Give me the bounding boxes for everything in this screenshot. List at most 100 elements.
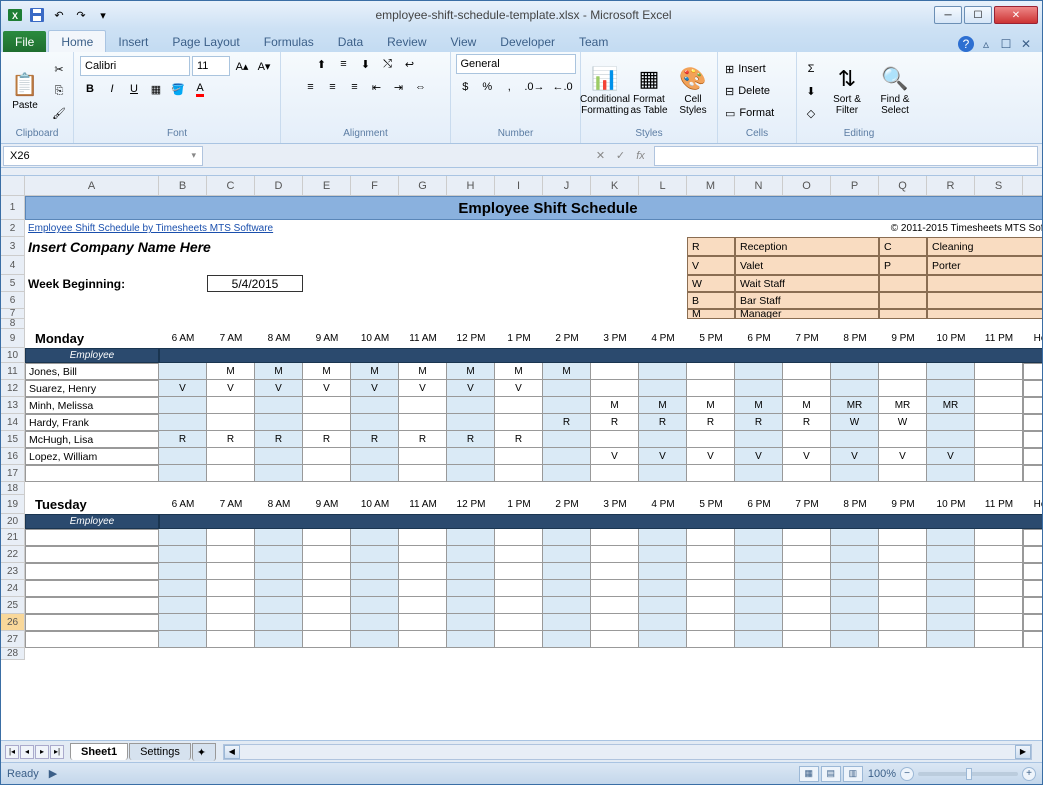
shift-slot[interactable] <box>975 563 1023 580</box>
shift-slot[interactable] <box>159 580 207 597</box>
zoom-level[interactable]: 100% <box>868 768 896 780</box>
time-header[interactable]: 7 AM <box>207 329 255 348</box>
align-center-icon[interactable]: ≡ <box>323 77 343 97</box>
shift-slot[interactable] <box>399 563 447 580</box>
increase-indent-icon[interactable]: ⇥ <box>389 77 409 97</box>
time-header[interactable]: 8 AM <box>255 495 303 514</box>
shift-slot[interactable]: R <box>591 414 639 431</box>
employee-header[interactable]: Employee <box>25 348 159 363</box>
shift-slot[interactable] <box>927 529 975 546</box>
shift-slot[interactable] <box>687 597 735 614</box>
shift-slot[interactable]: V <box>927 448 975 465</box>
shift-slot[interactable]: V <box>735 448 783 465</box>
time-header[interactable]: 3 PM <box>591 495 639 514</box>
shift-slot[interactable] <box>687 465 735 482</box>
shift-slot[interactable] <box>831 614 879 631</box>
shift-slot[interactable]: V <box>255 380 303 397</box>
employee-name[interactable] <box>25 563 159 580</box>
shift-slot[interactable] <box>255 580 303 597</box>
row-header[interactable]: 23 <box>1 563 24 580</box>
employee-name[interactable]: Lopez, William <box>25 448 159 465</box>
shift-slot[interactable] <box>687 546 735 563</box>
copy-button[interactable]: ⎘ <box>49 81 69 101</box>
shift-slot[interactable] <box>831 363 879 380</box>
shift-slot[interactable]: V <box>687 448 735 465</box>
comma-icon[interactable]: , <box>499 77 519 97</box>
shift-slot[interactable] <box>639 563 687 580</box>
workbook-restore-icon[interactable]: ☐ <box>998 36 1014 52</box>
row-header[interactable]: 17 <box>1 465 24 482</box>
row-header[interactable]: 1 <box>1 196 24 220</box>
first-sheet-icon[interactable]: |◂ <box>5 745 19 759</box>
shift-slot[interactable] <box>591 431 639 448</box>
shift-slot[interactable] <box>831 597 879 614</box>
time-header[interactable]: 1 PM <box>495 329 543 348</box>
shift-slot[interactable] <box>975 380 1023 397</box>
undo-icon[interactable]: ↶ <box>49 5 69 25</box>
align-middle-icon[interactable]: ≡ <box>334 54 354 74</box>
shift-slot[interactable]: M <box>255 363 303 380</box>
shift-slot[interactable] <box>159 397 207 414</box>
scroll-left-icon[interactable]: ◀ <box>224 745 240 759</box>
shift-slot[interactable] <box>639 465 687 482</box>
shift-slot[interactable]: M <box>783 397 831 414</box>
shift-slot[interactable] <box>495 614 543 631</box>
shift-slot[interactable]: V <box>831 448 879 465</box>
column-header[interactable]: S <box>975 176 1023 196</box>
shift-slot[interactable] <box>735 529 783 546</box>
tab-view[interactable]: View <box>439 31 489 52</box>
shift-slot[interactable] <box>735 631 783 648</box>
shift-slot[interactable] <box>351 631 399 648</box>
shift-slot[interactable] <box>831 380 879 397</box>
cell-styles-button[interactable]: 🎨Cell Styles <box>673 58 713 124</box>
shift-slot[interactable]: R <box>255 431 303 448</box>
shift-slot[interactable] <box>495 448 543 465</box>
font-size-combo[interactable]: 11 <box>192 56 230 76</box>
tab-home[interactable]: Home <box>48 30 106 52</box>
column-header[interactable]: A <box>25 176 159 196</box>
shift-slot[interactable] <box>591 631 639 648</box>
shift-slot[interactable] <box>591 563 639 580</box>
shift-slot[interactable] <box>207 529 255 546</box>
shift-slot[interactable]: MR <box>927 397 975 414</box>
shift-slot[interactable] <box>879 465 927 482</box>
shift-slot[interactable] <box>831 580 879 597</box>
shift-slot[interactable] <box>783 363 831 380</box>
italic-button[interactable]: I <box>102 79 122 99</box>
row-header[interactable]: 4 <box>1 256 24 275</box>
hours-header[interactable]: Hours <box>1023 329 1042 348</box>
column-header[interactable]: C <box>207 176 255 196</box>
time-header[interactable]: 2 PM <box>543 329 591 348</box>
shift-slot[interactable]: W <box>879 414 927 431</box>
delete-cells-button[interactable]: ⊟ Delete <box>722 81 792 101</box>
tab-page-layout[interactable]: Page Layout <box>160 31 251 52</box>
shift-slot[interactable] <box>255 414 303 431</box>
row-header[interactable]: 27 <box>1 631 24 648</box>
time-header[interactable]: 1 PM <box>495 495 543 514</box>
shift-slot[interactable] <box>303 580 351 597</box>
shift-slot[interactable] <box>255 465 303 482</box>
new-sheet-button[interactable]: ✦ <box>192 743 216 761</box>
column-header[interactable]: T <box>1023 176 1042 196</box>
shift-slot[interactable] <box>543 431 591 448</box>
shift-slot[interactable]: R <box>351 431 399 448</box>
shift-slot[interactable] <box>687 631 735 648</box>
shift-slot[interactable] <box>543 465 591 482</box>
shift-slot[interactable] <box>735 363 783 380</box>
select-all-button[interactable] <box>1 176 25 196</box>
shift-slot[interactable] <box>639 529 687 546</box>
row-header[interactable]: 12 <box>1 380 24 397</box>
shift-slot[interactable] <box>591 363 639 380</box>
time-header[interactable]: 11 PM <box>975 495 1023 514</box>
conditional-formatting-button[interactable]: 📊Conditional Formatting <box>585 58 625 124</box>
column-header[interactable]: E <box>303 176 351 196</box>
shift-slot[interactable]: M <box>687 397 735 414</box>
time-header[interactable]: 9 PM <box>879 329 927 348</box>
row-header[interactable]: 22 <box>1 546 24 563</box>
schedule-title[interactable]: Employee Shift Schedule <box>25 196 1042 220</box>
sheet-tab-settings[interactable]: Settings <box>129 743 191 760</box>
zoom-slider[interactable] <box>918 772 1018 776</box>
shift-slot[interactable] <box>495 580 543 597</box>
shift-slot[interactable] <box>543 563 591 580</box>
shift-slot[interactable] <box>495 529 543 546</box>
